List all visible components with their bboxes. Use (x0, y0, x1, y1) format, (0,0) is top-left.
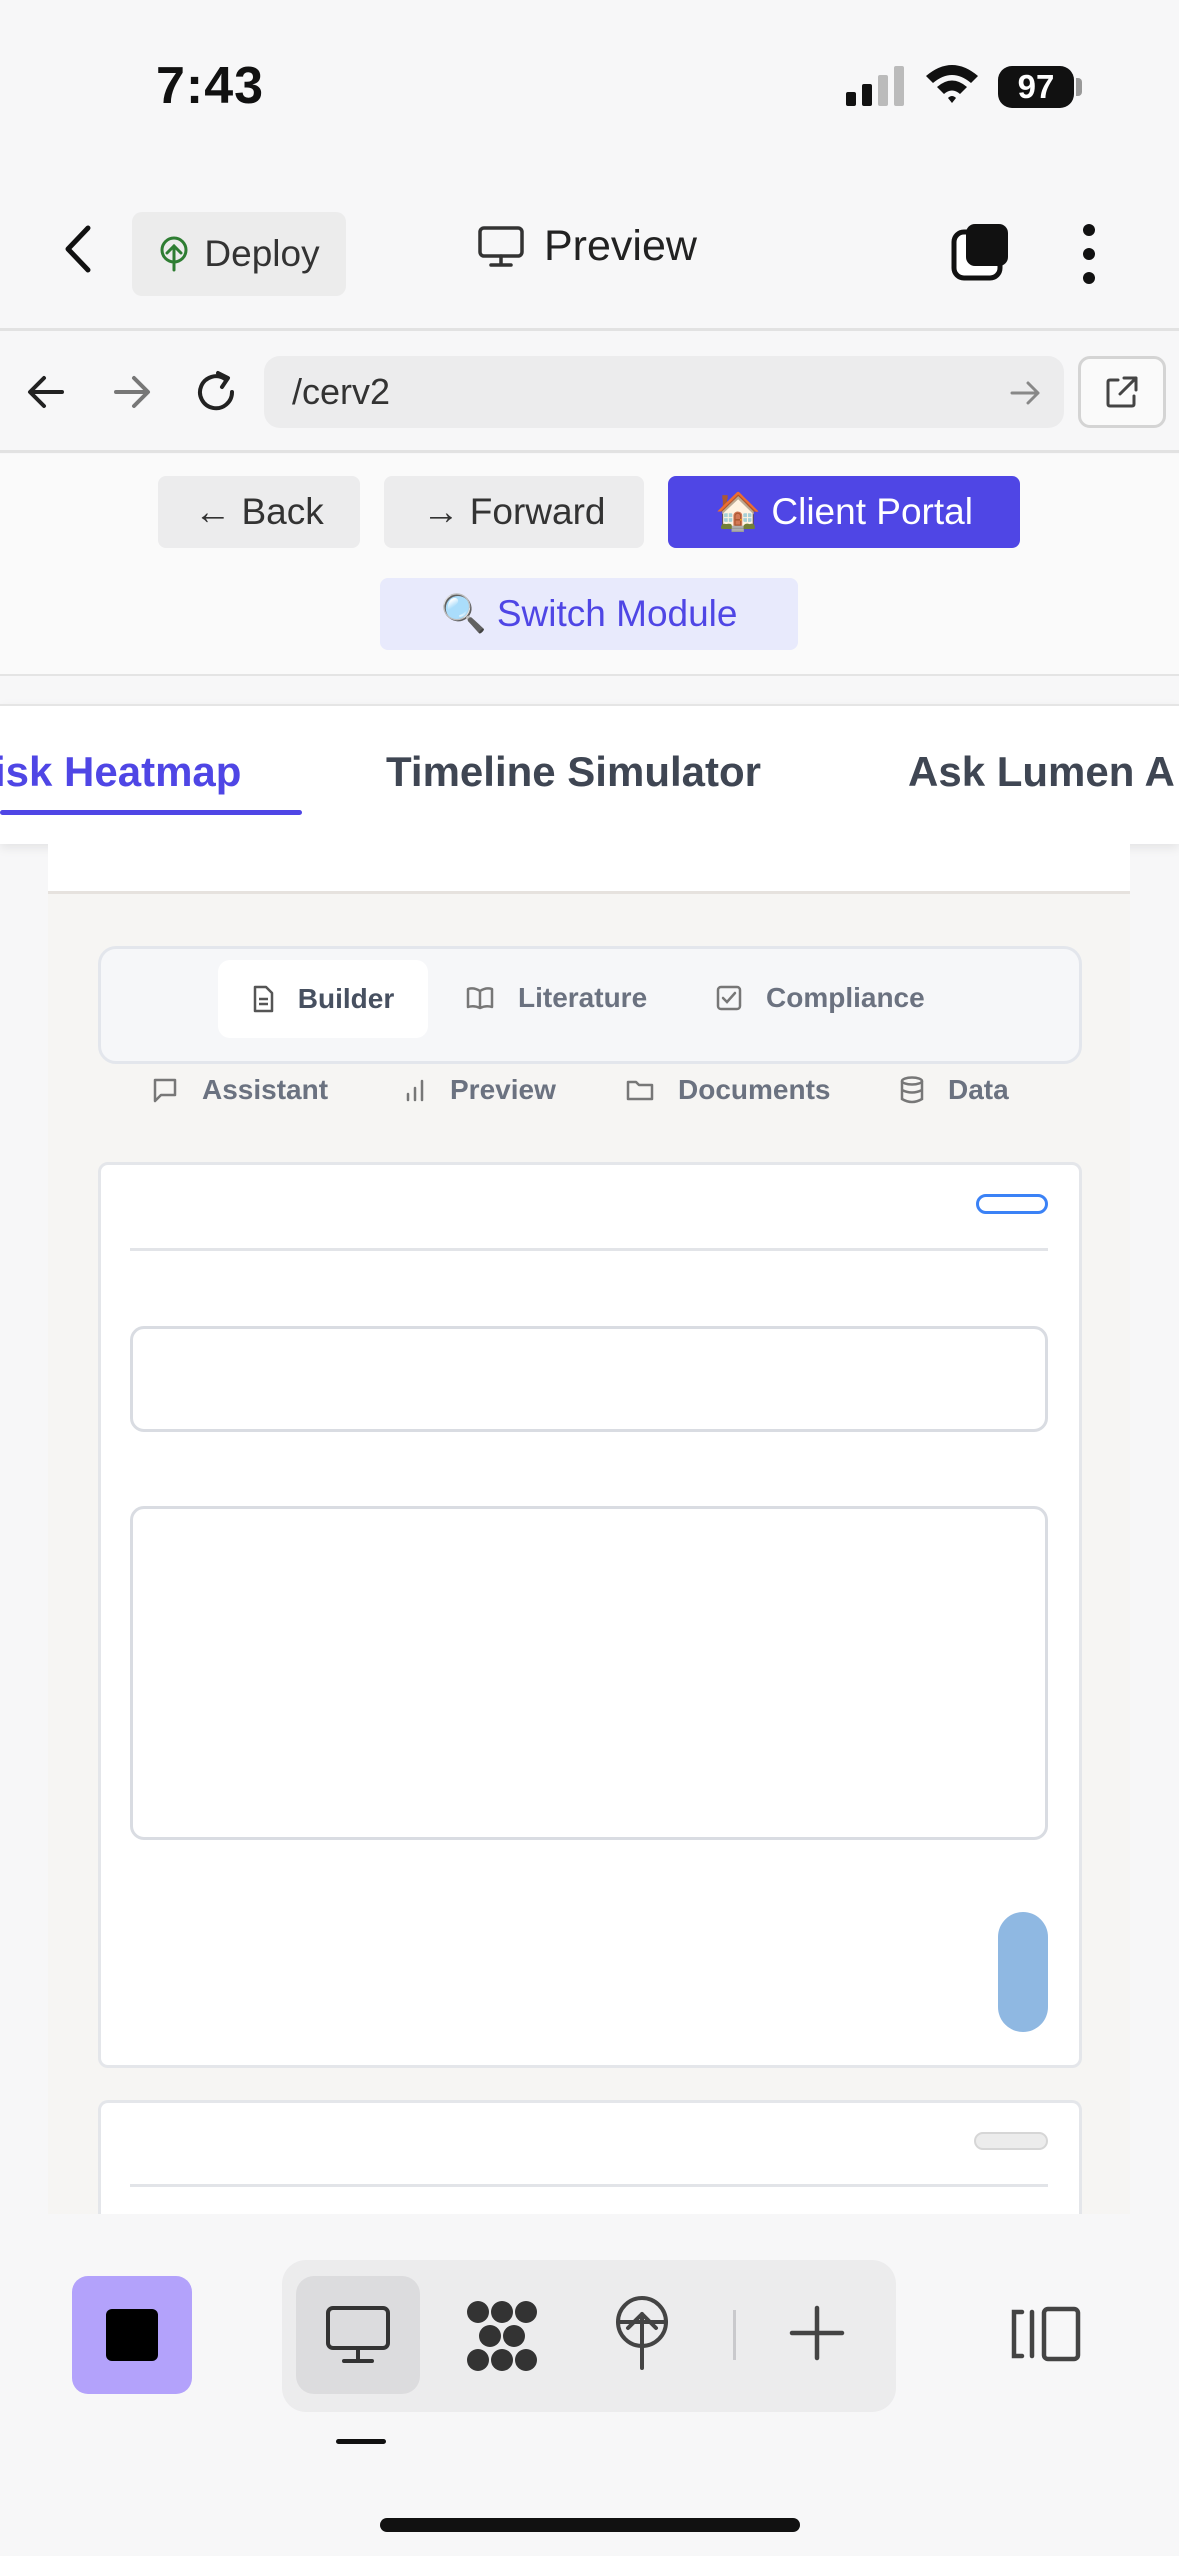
preview-title: Preview (478, 222, 697, 271)
tab-ask-lumen[interactable]: Ask Lumen A (908, 748, 1175, 796)
toolbar-divider (733, 2310, 736, 2360)
subtab-data[interactable]: Data (900, 1074, 1009, 1106)
database-icon (900, 1076, 924, 1104)
battery-nub (1076, 78, 1082, 96)
bar-chart-icon (406, 1079, 424, 1102)
add-icon[interactable] (788, 2304, 846, 2362)
deploy-icon (160, 236, 188, 272)
tab-risk-heatmap[interactable]: isk Heatmap (0, 748, 241, 796)
checkbox-icon (716, 985, 742, 1011)
page-back-button[interactable]: ← Back (158, 476, 360, 548)
folder-icon (626, 1080, 654, 1101)
browser-divider (0, 450, 1179, 453)
description-textarea[interactable] (130, 1506, 1048, 1840)
subtab-assistant[interactable]: Assistant (152, 1074, 328, 1106)
active-tab-underline (0, 810, 302, 815)
subtab-compliance[interactable]: Compliance (716, 982, 925, 1014)
browser-forward-icon[interactable] (112, 374, 152, 410)
book-icon (466, 987, 494, 1010)
subtab-preview[interactable]: Preview (404, 1074, 556, 1106)
module-tab-bar: isk Heatmap Timeline Simulator Ask Lumen… (0, 704, 1179, 844)
page-nav-divider (0, 674, 1179, 676)
stop-button[interactable] (72, 2276, 192, 2394)
apps-icon[interactable] (462, 2298, 542, 2374)
status-time: 7:43 (156, 57, 265, 115)
card-header-divider (130, 1248, 1048, 1251)
external-link-icon (1106, 376, 1138, 408)
preview-title-text: Preview (544, 222, 697, 270)
browser-back-icon[interactable] (26, 374, 66, 410)
desktop-view-button[interactable] (296, 2276, 420, 2394)
battery-indicator: 97 (998, 66, 1074, 108)
wifi-icon (926, 65, 978, 103)
secondary-card-chip[interactable] (974, 2132, 1048, 2150)
scroll-handle[interactable] (998, 1912, 1048, 2032)
title-input[interactable] (130, 1326, 1048, 1432)
home-indicator (380, 2518, 800, 2532)
deploy-tool-icon[interactable] (612, 2294, 672, 2370)
header-divider (0, 328, 1179, 331)
panel-toggle-icon[interactable] (1010, 2304, 1082, 2364)
desktop-icon (326, 2306, 390, 2363)
active-tool-indicator (336, 2439, 386, 2444)
deploy-label: Deploy (204, 233, 320, 274)
monitor-icon (478, 225, 524, 267)
reload-icon[interactable] (192, 368, 240, 416)
switch-module-button[interactable]: 🔍 Switch Module (380, 578, 798, 650)
cellular-signal-icon (846, 66, 904, 106)
content-header (48, 844, 1130, 894)
url-input[interactable]: /cerv2 (264, 356, 1064, 428)
secondary-card-divider (130, 2184, 1048, 2187)
card-status-chip[interactable] (976, 1194, 1048, 1214)
page-forward-button[interactable]: → Forward (384, 476, 644, 548)
subtab-documents[interactable]: Documents (626, 1074, 830, 1106)
stop-icon (106, 2309, 158, 2361)
back-chevron-icon[interactable] (62, 224, 92, 274)
url-text: /cerv2 (292, 371, 391, 412)
tab-timeline-simulator[interactable]: Timeline Simulator (386, 748, 761, 796)
url-go-icon[interactable] (1010, 380, 1042, 406)
subtab-literature[interactable]: Literature (466, 982, 647, 1014)
tabs-icon[interactable] (950, 222, 1012, 284)
document-icon (253, 985, 274, 1013)
open-external-button[interactable] (1078, 356, 1166, 428)
chat-icon (153, 1078, 177, 1103)
deploy-button[interactable]: Deploy (132, 212, 346, 296)
client-portal-button[interactable]: 🏠 Client Portal (668, 476, 1020, 548)
subtab-builder[interactable]: Builder (218, 960, 428, 1038)
more-vertical-icon[interactable] (1074, 224, 1104, 284)
secondary-card (98, 2100, 1082, 2220)
